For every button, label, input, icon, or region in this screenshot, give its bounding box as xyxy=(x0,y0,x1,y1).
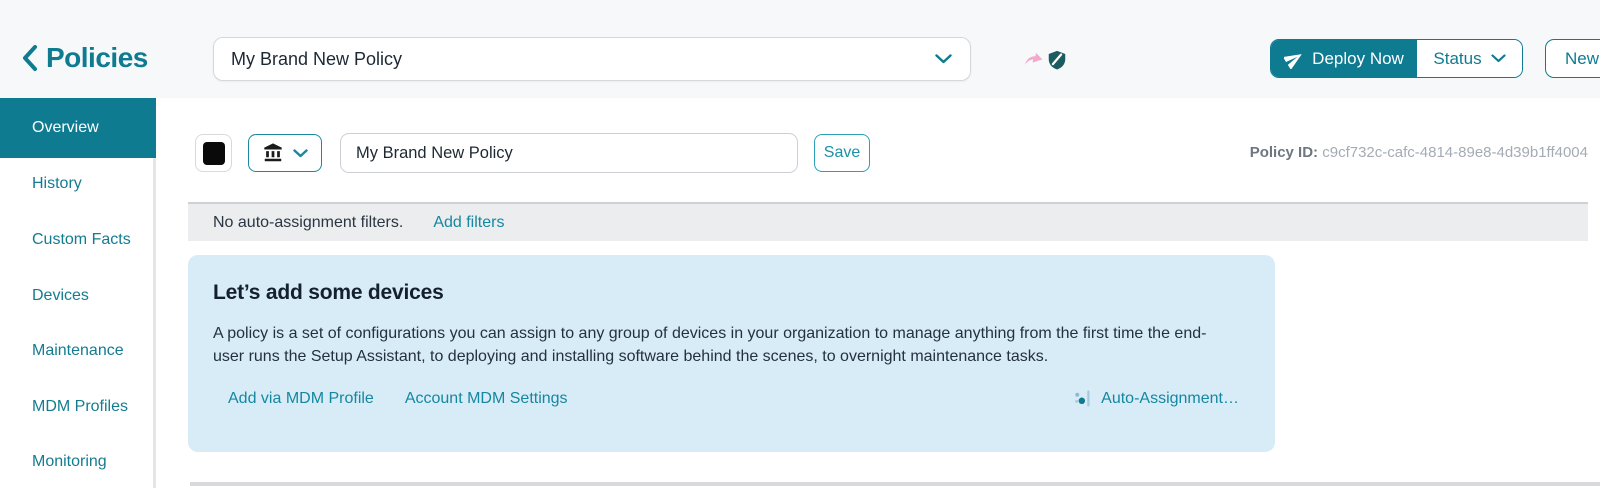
status-dropdown-button[interactable]: Status xyxy=(1417,40,1522,77)
redo-arrow-icon[interactable] xyxy=(1023,49,1045,71)
sidebar-item-label: Maintenance xyxy=(32,342,124,359)
page-title: Policies xyxy=(46,42,148,73)
card-title: Let’s add some devices xyxy=(213,281,444,304)
account-mdm-settings-link[interactable]: Account MDM Settings xyxy=(405,390,568,408)
bank-icon xyxy=(264,143,282,162)
auto-assignment-link[interactable]: Auto-Assignment… xyxy=(1073,389,1239,408)
policy-selector-value: My Brand New Policy xyxy=(231,48,403,69)
policy-id-value: c9cf732c-cafc-4814-89e8-4d39b1ff4004 xyxy=(1322,144,1588,161)
deploy-status-control: Deploy Now Status xyxy=(1270,39,1523,78)
sidebar-item-history[interactable]: History xyxy=(0,156,156,212)
back-to-policies[interactable]: Policies xyxy=(22,40,148,76)
chevron-down-icon xyxy=(1490,54,1506,63)
status-label: Status xyxy=(1433,48,1482,68)
sidebar-item-label: Overview xyxy=(32,119,99,136)
filter-message: No auto-assignment filters. xyxy=(213,213,404,231)
deploy-now-button[interactable]: Deploy Now xyxy=(1271,40,1417,77)
sidebar-item-maintenance[interactable]: Maintenance xyxy=(0,323,156,379)
sidebar-item-label: Monitoring xyxy=(32,453,107,470)
chevron-down-icon xyxy=(935,54,952,64)
add-filters-link[interactable]: Add filters xyxy=(433,214,504,232)
policy-name-input[interactable] xyxy=(340,133,798,173)
auto-assignment-label: Auto-Assignment… xyxy=(1101,389,1239,407)
sidebar-item-overview[interactable]: Overview xyxy=(0,98,156,158)
auto-assignment-filter-bar: No auto-assignment filters. Add filters xyxy=(188,202,1588,241)
sidebar-item-label: History xyxy=(32,175,82,192)
card-links-row: Add via MDM Profile Account MDM Settings… xyxy=(228,389,1239,408)
header: Policies My Brand New Policy Deploy Now … xyxy=(0,0,1600,98)
sidebar-item-custom-facts[interactable]: Custom Facts xyxy=(0,212,156,268)
card-body: A policy is a set of configurations you … xyxy=(213,325,1207,365)
sidebar: Overview History Custom Facts Devices Ma… xyxy=(0,98,156,488)
save-button[interactable]: Save xyxy=(814,134,870,172)
chevron-down-icon xyxy=(293,148,308,157)
sidebar-item-label: MDM Profiles xyxy=(32,398,129,415)
sidebar-item-label: Devices xyxy=(32,287,89,304)
deploy-now-label: Deploy Now xyxy=(1312,48,1404,68)
sidebar-item-devices[interactable]: Devices xyxy=(0,268,156,324)
policy-color-swatch xyxy=(202,141,225,165)
new-policy-button[interactable]: New xyxy=(1545,39,1600,78)
shield-icon[interactable] xyxy=(1046,49,1068,71)
back-chevron-icon xyxy=(23,45,37,71)
auto-assignment-icon xyxy=(1075,390,1090,407)
sidebar-item-label: Custom Facts xyxy=(32,231,131,248)
policy-color-swatch-button[interactable] xyxy=(195,134,232,172)
save-button-label: Save xyxy=(823,144,861,161)
policy-icon-dropdown[interactable] xyxy=(248,134,322,172)
policy-selector-dropdown[interactable]: My Brand New Policy xyxy=(213,37,971,81)
policy-id: Policy ID: c9cf732c-cafc-4814-89e8-4d39b… xyxy=(1028,144,1588,161)
sidebar-item-mdm-profiles[interactable]: MDM Profiles xyxy=(0,379,156,435)
add-via-mdm-profile-link[interactable]: Add via MDM Profile xyxy=(228,390,374,408)
section-divider xyxy=(190,482,1600,486)
policy-id-label: Policy ID: xyxy=(1249,144,1319,161)
new-button-label: New xyxy=(1565,48,1600,68)
sidebar-item-monitoring[interactable]: Monitoring xyxy=(0,434,156,488)
paper-plane-icon xyxy=(1284,53,1302,69)
add-devices-card: Let’s add some devices A policy is a set… xyxy=(188,255,1275,452)
